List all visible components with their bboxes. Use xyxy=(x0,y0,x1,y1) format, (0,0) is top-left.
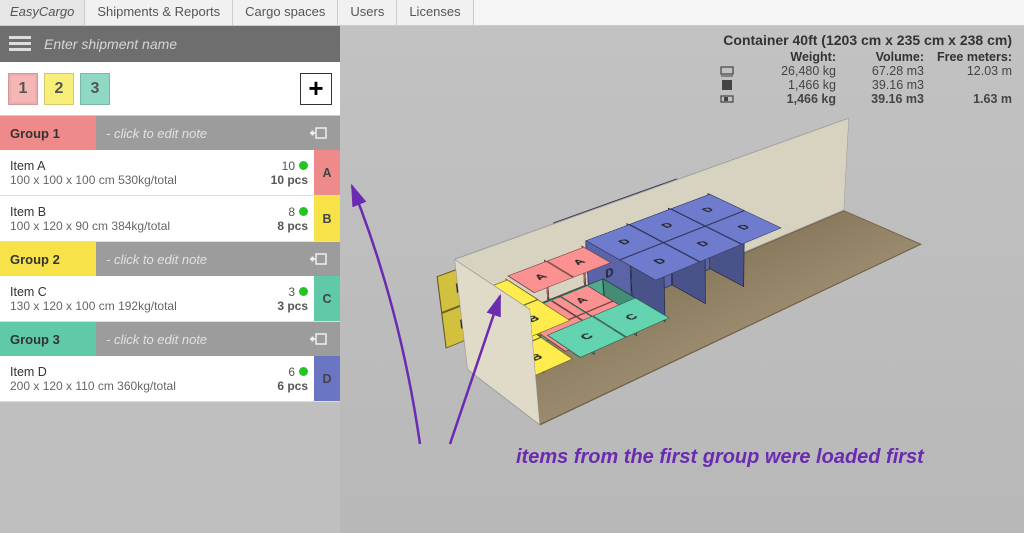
item-count: 8 xyxy=(288,205,295,219)
viewport-3d[interactable]: Container 40ft (1203 cm x 235 cm x 238 c… xyxy=(340,26,1024,533)
item-row[interactable]: Item A100 x 100 x 100 cm 530kg/total1010… xyxy=(0,150,340,196)
group-header: Group 1- click to edit note xyxy=(0,116,340,150)
status-dot-icon xyxy=(299,207,308,216)
left-panel: Enter shipment name 123 + Group 1- click… xyxy=(0,26,340,533)
item-qty: 66 pcs xyxy=(260,356,314,401)
group-add-item-button[interactable] xyxy=(300,242,340,276)
brand-label: EasyCargo xyxy=(0,0,85,25)
nav-item-cargo-spaces[interactable]: Cargo spaces xyxy=(233,0,338,25)
item-name: Item C xyxy=(10,285,250,299)
item-pcs: 3 pcs xyxy=(277,299,308,313)
stat-weight: 1,466 kg xyxy=(746,92,836,106)
item-dims: 100 x 100 x 100 cm 530kg/total xyxy=(10,173,250,187)
group-tabs-row: 123 + xyxy=(0,62,340,116)
item-name: Item A xyxy=(10,159,250,173)
group-header: Group 2- click to edit note xyxy=(0,242,340,276)
item-count: 10 xyxy=(282,159,295,173)
item-qty: 33 pcs xyxy=(260,276,314,321)
group-add-item-button[interactable] xyxy=(300,322,340,356)
item-pcs: 8 pcs xyxy=(277,219,308,233)
stat-free: 1.63 m xyxy=(932,92,1012,106)
item-tag[interactable]: D xyxy=(314,356,340,401)
item-main[interactable]: Item B100 x 120 x 90 cm 384kg/total xyxy=(0,196,260,241)
item-tag[interactable]: A xyxy=(314,150,340,195)
group-note-input[interactable]: - click to edit note xyxy=(96,116,300,150)
group-title[interactable]: Group 1 xyxy=(0,116,96,150)
stat-weight: 26,480 kg xyxy=(746,64,836,78)
group-header: Group 3- click to edit note xyxy=(0,322,340,356)
item-row[interactable]: Item B100 x 120 x 90 cm 384kg/total88 pc… xyxy=(0,196,340,242)
item-qty: 88 pcs xyxy=(260,196,314,241)
top-nav: EasyCargo Shipments & ReportsCargo space… xyxy=(0,0,1024,26)
group-note-input[interactable]: - click to edit note xyxy=(96,242,300,276)
item-count: 6 xyxy=(288,365,295,379)
group-title[interactable]: Group 3 xyxy=(0,322,96,356)
group-tab-2[interactable]: 2 xyxy=(44,73,74,105)
item-main[interactable]: Item A100 x 100 x 100 cm 530kg/total xyxy=(0,150,260,195)
item-dims: 130 x 120 x 100 cm 192kg/total xyxy=(10,299,250,313)
item-count: 3 xyxy=(288,285,295,299)
item-tag[interactable]: B xyxy=(314,196,340,241)
stat-volume: 67.28 m3 xyxy=(844,64,924,78)
nav-item-licenses[interactable]: Licenses xyxy=(397,0,473,25)
item-dims: 100 x 120 x 90 cm 384kg/total xyxy=(10,219,250,233)
item-tag[interactable]: C xyxy=(314,276,340,321)
item-main[interactable]: Item C130 x 120 x 100 cm 192kg/total xyxy=(0,276,260,321)
stat-loaded-icon xyxy=(716,92,738,106)
group-note-input[interactable]: - click to edit note xyxy=(96,322,300,356)
stat-volume: 39.16 m3 xyxy=(844,92,924,106)
status-dot-icon xyxy=(299,287,308,296)
item-row[interactable]: Item D200 x 120 x 110 cm 360kg/total66 p… xyxy=(0,356,340,402)
item-qty: 1010 pcs xyxy=(260,150,314,195)
annotation-text: items from the first group were loaded f… xyxy=(516,446,924,469)
item-main[interactable]: Item D200 x 120 x 110 cm 360kg/total xyxy=(0,356,260,401)
nav-item-shipments-reports[interactable]: Shipments & Reports xyxy=(85,0,233,25)
shipment-name-input[interactable]: Enter shipment name xyxy=(40,36,340,52)
stat-free: 12.03 m xyxy=(932,64,1012,78)
stat-volume: 39.16 m3 xyxy=(844,78,924,92)
add-group-button[interactable]: + xyxy=(300,73,332,105)
item-name: Item D xyxy=(10,365,250,379)
item-pcs: 6 pcs xyxy=(277,379,308,393)
status-dot-icon xyxy=(299,367,308,376)
menu-icon[interactable] xyxy=(0,26,40,62)
scene-3d: BBBBBBBBAAAAAAAAAAAACCCCDDDDDDDDDDDD xyxy=(480,166,960,486)
group-tab-3[interactable]: 3 xyxy=(80,73,110,105)
stat-free xyxy=(932,78,1012,92)
group-add-item-button[interactable] xyxy=(300,116,340,150)
nav-item-users[interactable]: Users xyxy=(338,0,397,25)
shipment-bar: Enter shipment name xyxy=(0,26,340,62)
item-pcs: 10 pcs xyxy=(271,173,308,187)
status-dot-icon xyxy=(299,161,308,170)
group-title[interactable]: Group 2 xyxy=(0,242,96,276)
stat-capacity-icon xyxy=(716,64,738,78)
container-stats: Container 40ft (1203 cm x 235 cm x 238 c… xyxy=(716,32,1012,106)
item-dims: 200 x 120 x 110 cm 360kg/total xyxy=(10,379,250,393)
group-tab-1[interactable]: 1 xyxy=(8,73,38,105)
item-row[interactable]: Item C130 x 120 x 100 cm 192kg/total33 p… xyxy=(0,276,340,322)
container-title: Container 40ft (1203 cm x 235 cm x 238 c… xyxy=(716,32,1012,48)
stat-block-icon xyxy=(716,78,738,92)
stat-weight: 1,466 kg xyxy=(746,78,836,92)
item-name: Item B xyxy=(10,205,250,219)
